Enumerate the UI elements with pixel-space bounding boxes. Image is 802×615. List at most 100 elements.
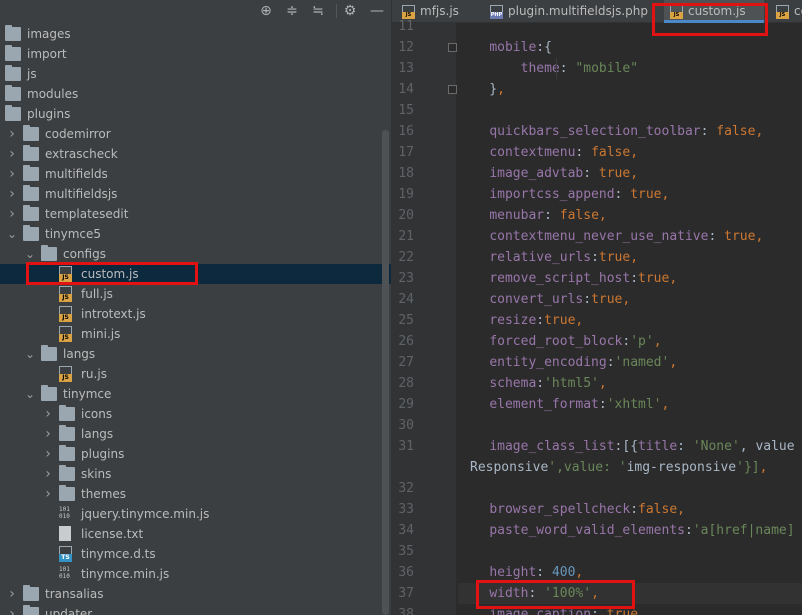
code-line[interactable]: image_class_list:[{title: 'None', value xyxy=(458,436,794,457)
tree-item[interactable]: › langs xyxy=(0,424,391,444)
chevron-down-icon[interactable]: ⌄ xyxy=(24,384,36,404)
code-line[interactable]: entity_encoding:'named', xyxy=(458,352,677,373)
chevron-down-icon[interactable]: ⌄ xyxy=(6,224,18,244)
locate-icon[interactable]: ⊕ xyxy=(256,1,276,21)
tree-item[interactable]: › themes xyxy=(0,484,391,504)
tree-item[interactable]: › plugins xyxy=(0,444,391,464)
tree-item[interactable]: ›js xyxy=(0,64,391,84)
code-line[interactable]: element_format:'xhtml', xyxy=(458,394,669,415)
javascript-file-icon: JS xyxy=(59,266,72,282)
tree-item[interactable]: JS introtext.js xyxy=(0,304,391,324)
tree-item[interactable]: › updater xyxy=(0,604,391,615)
code-line[interactable]: mobile:{ xyxy=(458,37,552,58)
chevron-down-icon[interactable]: ⌄ xyxy=(24,244,36,264)
code-line[interactable]: relative_urls:true, xyxy=(458,247,638,268)
code-line[interactable]: contextmenu: false, xyxy=(458,142,638,163)
code-line[interactable]: theme: "mobile" xyxy=(458,58,638,79)
tree-item[interactable]: › transalias xyxy=(0,584,391,604)
project-scrollbar[interactable] xyxy=(382,130,389,615)
tree-item[interactable]: JS custom.js xyxy=(0,264,391,284)
hide-icon[interactable]: — xyxy=(367,1,387,21)
code-line[interactable]: browser_spellcheck:false, xyxy=(458,499,685,520)
chevron-right-icon[interactable]: › xyxy=(6,204,18,224)
chevron-right-icon[interactable]: › xyxy=(42,484,54,504)
tree-item[interactable]: license.txt xyxy=(0,524,391,544)
chevron-right-icon[interactable]: › xyxy=(6,144,18,164)
tree-item[interactable]: JS full.js xyxy=(0,284,391,304)
line-number: 19 xyxy=(398,187,414,202)
folder-icon xyxy=(23,225,39,241)
tree-item[interactable]: › templatesedit xyxy=(0,204,391,224)
chevron-right-icon[interactable]: › xyxy=(6,164,18,184)
tree-item[interactable]: › icons xyxy=(0,404,391,424)
tree-item-label: codemirror xyxy=(45,127,111,141)
tree-item[interactable]: 101 010 tinymce.min.js xyxy=(0,564,391,584)
chevron-right-icon[interactable]: › xyxy=(6,184,18,204)
tree-item-label: modules xyxy=(27,87,79,101)
fold-marker-icon[interactable] xyxy=(448,43,457,52)
tree-item[interactable]: JS ru.js xyxy=(0,364,391,384)
code-line[interactable]: convert_urls:true, xyxy=(458,289,630,310)
code-line[interactable]: image_caption: true, xyxy=(458,604,646,615)
code-line[interactable]: }, xyxy=(458,79,505,100)
chevron-right-icon[interactable]: › xyxy=(42,424,54,444)
code-area[interactable]: mobile:{ theme: "mobile" }, quickbars_se… xyxy=(458,23,802,615)
chevron-right-icon[interactable]: › xyxy=(6,604,18,615)
tree-item[interactable]: ›images xyxy=(0,24,391,44)
code-line[interactable]: Responsive',value: 'img-responsive'}], xyxy=(470,457,767,478)
chevron-right-icon[interactable]: › xyxy=(42,444,54,464)
code-line[interactable]: contextmenu_never_use_native: true, xyxy=(458,226,763,247)
tree-item[interactable]: 101 010 jquery.tinymce.min.js xyxy=(0,504,391,524)
code-line[interactable]: menubar: false, xyxy=(458,205,606,226)
tree-item[interactable]: ⌄plugins xyxy=(0,104,391,124)
tree-item[interactable]: › extrascheck xyxy=(0,144,391,164)
tree-item[interactable]: ›import xyxy=(0,44,391,64)
project-toolbar: ⊕ ≑ ≒ ⚙ — xyxy=(0,0,391,22)
tree-item[interactable]: › multifieldsjs xyxy=(0,184,391,204)
code-line[interactable]: width: '100%', xyxy=(458,583,802,604)
code-line[interactable]: schema:'html5', xyxy=(458,373,606,394)
code-line[interactable]: quickbars_selection_toolbar: false, xyxy=(458,121,763,142)
code-line[interactable]: image_advtab: true, xyxy=(458,163,638,184)
tree-item[interactable]: ⌄ langs xyxy=(0,344,391,364)
tree-item[interactable]: TS tinymce.d.ts xyxy=(0,544,391,564)
line-number: 24 xyxy=(398,292,414,307)
collapse-all-icon[interactable]: ≒ xyxy=(308,1,328,21)
chevron-down-icon[interactable]: ⌄ xyxy=(24,344,36,364)
tree-item-label: js xyxy=(27,67,37,81)
tree-item-label: plugins xyxy=(81,447,125,461)
expand-all-icon[interactable]: ≑ xyxy=(282,1,302,21)
code-line[interactable]: importcss_append: true, xyxy=(458,184,669,205)
tree-item[interactable]: ⌄ tinymce5 xyxy=(0,224,391,244)
editor-tab[interactable]: JS co xyxy=(770,0,802,23)
tree-item[interactable]: › codemirror xyxy=(0,124,391,144)
tree-item[interactable]: ›modules xyxy=(0,84,391,104)
tree-item-label: langs xyxy=(63,347,96,361)
line-number: 36 xyxy=(398,565,414,580)
code-line[interactable]: height: 400, xyxy=(458,562,583,583)
tree-item[interactable]: ⌄ tinymce xyxy=(0,384,391,404)
chevron-right-icon[interactable]: › xyxy=(42,404,54,424)
tree-item[interactable]: JS mini.js xyxy=(0,324,391,344)
folder-icon xyxy=(59,465,75,481)
chevron-right-icon[interactable]: › xyxy=(6,584,18,604)
code-line[interactable]: forced_root_block:'p', xyxy=(458,331,661,352)
tree-item-label: custom.js xyxy=(81,267,139,281)
chevron-right-icon[interactable]: › xyxy=(42,464,54,484)
folder-icon xyxy=(41,245,57,261)
tree-item-label: themes xyxy=(81,487,127,501)
tree-item-label: jquery.tinymce.min.js xyxy=(81,507,210,521)
chevron-right-icon[interactable]: › xyxy=(6,124,18,144)
code-line[interactable]: paste_word_valid_elements:'a[href|name] xyxy=(458,520,794,541)
settings-icon[interactable]: ⚙ xyxy=(340,1,360,21)
code-line[interactable]: remove_script_host:true, xyxy=(458,268,677,289)
folder-icon xyxy=(41,345,57,361)
tree-item[interactable]: ⌄ configs xyxy=(0,244,391,264)
tree-item[interactable]: › multifields xyxy=(0,164,391,184)
tree-item[interactable]: › skins xyxy=(0,464,391,484)
fold-marker-icon[interactable] xyxy=(448,85,457,94)
code-line[interactable]: resize:true, xyxy=(458,310,583,331)
line-number: 32 xyxy=(398,481,414,496)
editor-tab[interactable]: PHP plugin.multifieldsjs.php xyxy=(484,0,656,23)
editor-tab[interactable]: JS custom.js xyxy=(664,0,764,23)
